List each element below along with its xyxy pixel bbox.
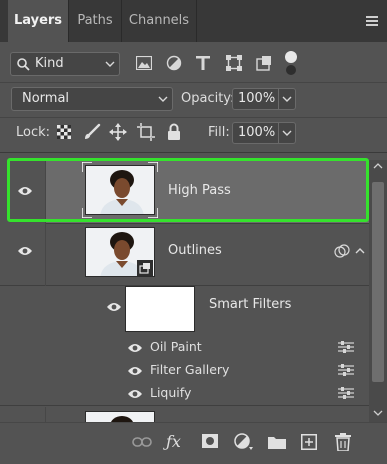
blending-options-icon[interactable] bbox=[338, 364, 354, 376]
new-layer-icon[interactable] bbox=[301, 434, 317, 450]
lock-all-padlock-icon[interactable] bbox=[167, 123, 181, 141]
filter-row-filter-gallery[interactable]: Filter Gallery bbox=[0, 359, 369, 382]
filter-name: Oil Paint bbox=[150, 339, 202, 354]
layer-name[interactable]: Outlines bbox=[168, 243, 222, 258]
filter-shape-icon[interactable] bbox=[226, 55, 242, 71]
selection-highlight bbox=[7, 158, 369, 222]
filter-mask-thumbnail[interactable] bbox=[125, 286, 195, 332]
filter-smart-object-icon[interactable] bbox=[256, 55, 272, 71]
panel-menu-icon[interactable] bbox=[366, 16, 378, 26]
layer-thumbnail[interactable] bbox=[85, 411, 155, 422]
tab-layers[interactable]: Layers bbox=[8, 0, 68, 42]
filter-kind-label: Kind bbox=[35, 56, 64, 71]
fx-icon[interactable]: ƒx bbox=[166, 432, 181, 451]
filter-row-liquify[interactable]: Liquify bbox=[0, 382, 369, 406]
chevron-down-icon bbox=[158, 96, 168, 103]
eye-visibility-icon[interactable] bbox=[127, 343, 143, 353]
layer-row-outlines[interactable]: Outlines bbox=[0, 224, 369, 286]
scroll-thumb[interactable] bbox=[372, 182, 384, 382]
layers-scrollbar[interactable] bbox=[369, 160, 387, 422]
scroll-up-icon[interactable] bbox=[373, 162, 383, 169]
delete-layer-icon[interactable] bbox=[335, 433, 351, 451]
filter-name: Liquify bbox=[150, 385, 192, 400]
opacity-value: 100% bbox=[238, 91, 276, 106]
fill-label: Fill: bbox=[208, 125, 230, 140]
add-mask-icon[interactable] bbox=[202, 434, 218, 448]
lock-artboard-icon[interactable] bbox=[137, 123, 155, 141]
smart-filters-label: Smart Filters bbox=[209, 297, 292, 312]
chevron-down-icon[interactable] bbox=[282, 96, 292, 103]
smart-filters-row[interactable]: Smart Filters bbox=[0, 286, 369, 338]
collapse-chevron-up-icon[interactable] bbox=[355, 247, 365, 254]
tab-channels[interactable]: Channels bbox=[122, 0, 196, 42]
filter-toggle-icon[interactable] bbox=[284, 50, 298, 76]
filter-row-oil-paint[interactable]: Oil Paint bbox=[0, 336, 369, 359]
chevron-down-icon[interactable] bbox=[282, 130, 292, 137]
layers-bottom-toolbar: ƒx bbox=[0, 422, 387, 464]
eye-visibility-icon[interactable] bbox=[106, 302, 122, 312]
chevron-down-icon bbox=[105, 61, 115, 68]
blend-mode-select[interactable]: Normal bbox=[11, 87, 173, 111]
adjustment-layer-icon[interactable] bbox=[234, 433, 254, 451]
layer-row-partial[interactable] bbox=[0, 407, 369, 422]
filter-name: Filter Gallery bbox=[150, 362, 230, 377]
filter-type-icon[interactable] bbox=[196, 55, 210, 71]
link-layers-icon[interactable] bbox=[132, 436, 152, 448]
filter-adjustment-icon[interactable] bbox=[166, 55, 182, 71]
filter-kind-select[interactable]: Kind bbox=[10, 52, 120, 76]
smart-filters-indicator-icon[interactable] bbox=[334, 244, 350, 258]
opacity-input[interactable]: 100% bbox=[232, 88, 296, 110]
blending-options-icon[interactable] bbox=[338, 387, 354, 399]
blend-mode-value: Normal bbox=[22, 91, 70, 106]
scroll-down-icon[interactable] bbox=[373, 410, 383, 417]
lock-transparent-pixels-icon[interactable] bbox=[57, 125, 71, 139]
fill-input[interactable]: 100% bbox=[232, 122, 296, 144]
filter-pixel-icon[interactable] bbox=[136, 56, 152, 70]
new-group-icon[interactable] bbox=[268, 435, 286, 449]
lock-label: Lock: bbox=[16, 125, 51, 140]
eye-visibility-icon[interactable] bbox=[127, 389, 143, 399]
tab-paths[interactable]: Paths bbox=[69, 0, 121, 42]
blending-options-icon[interactable] bbox=[338, 341, 354, 353]
lock-position-move-icon[interactable] bbox=[109, 123, 127, 141]
opacity-label: Opacity: bbox=[181, 91, 235, 106]
eye-visibility-icon[interactable] bbox=[127, 366, 143, 376]
panel-tab-bar: Layers Paths Channels bbox=[0, 0, 387, 42]
search-icon bbox=[17, 58, 30, 71]
lock-image-pixels-brush-icon[interactable] bbox=[83, 123, 101, 141]
eye-visibility-icon[interactable] bbox=[17, 246, 33, 256]
fill-value: 100% bbox=[238, 125, 276, 140]
smart-object-badge-icon bbox=[137, 260, 153, 276]
